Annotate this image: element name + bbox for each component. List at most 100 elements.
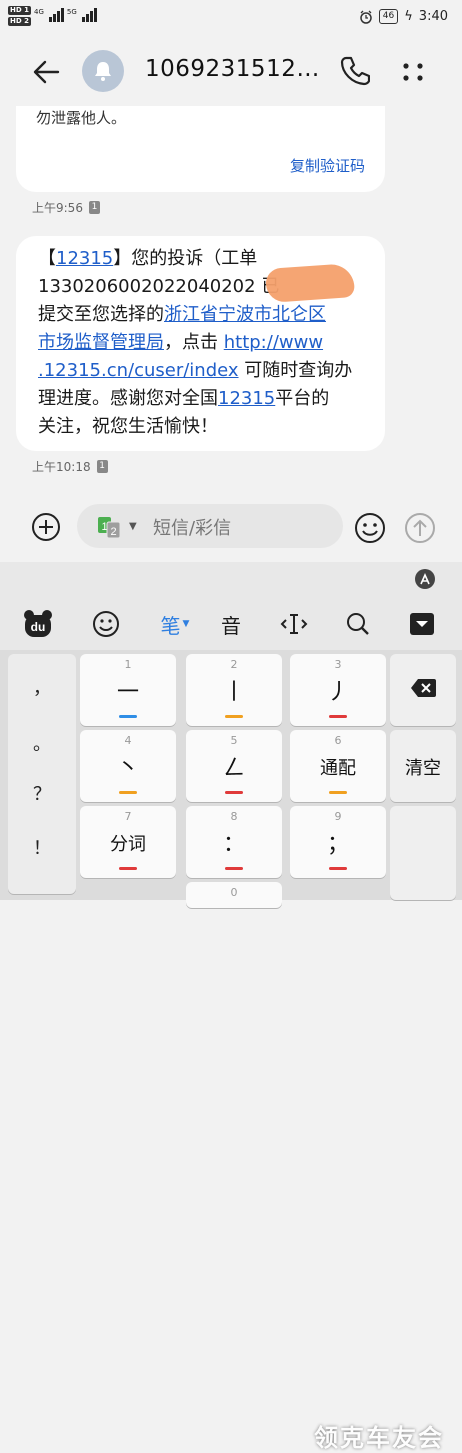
message-bubble[interactable]: 勿泄露他人。 复制验证码 [16,106,385,192]
keyboard: du 笔 ▼ 音 ， 。 ？ ！ 1 一 2 丨 3 丿 4 丶 5 ㄥ 6 通配 7 分词 8： 9； 0 清空 [0,562,462,1452]
message-text-segment: 1330206002022040202 [38,276,256,297]
punctuation-period-key[interactable]: 。 [8,730,76,756]
backspace-icon [411,679,436,697]
search-icon[interactable] [340,608,376,640]
message-link[interactable]: 浙江省宁波市北仑区 [164,304,326,325]
key-char: ； [326,832,349,857]
keyboard-toolbar: du 笔 ▼ 音 [0,562,462,650]
key-number: 2 [230,658,238,671]
key-char: ㄥ [222,756,245,781]
key-number: 5 [230,734,238,747]
signal1-icon [48,6,64,22]
stroke-key-1[interactable]: 1一 [80,654,176,726]
key-char: ： [222,832,245,857]
phone-call-icon[interactable] [338,54,370,88]
stroke-key-7[interactable]: 7 分词 [80,806,176,878]
voice-input-label: 音 [221,613,241,638]
stroke-key-9[interactable]: 9； [290,806,386,878]
key-char: 分词 [110,834,146,855]
enter-key[interactable] [390,806,456,900]
backspace-key[interactable] [390,654,456,726]
emoji-icon[interactable] [354,512,386,544]
message-meta: 上午9:56 1 [32,199,100,216]
key-color-marker [225,867,243,870]
handwriting-mode-label: 笔 [160,613,181,638]
key-number: 1 [124,658,132,671]
chevron-down-icon[interactable]: ▼ [129,521,137,532]
key-color-marker [225,715,243,718]
punctuation-comma-key[interactable]: ， [8,674,76,700]
battery-indicator: 46 [378,9,399,24]
key-char: 通配 [320,758,356,779]
message-link[interactable]: http://www [224,332,323,353]
punctuation-question-key[interactable]: ？ [8,780,76,806]
sim-select-icon[interactable]: 12 [97,516,125,538]
message-line: .12315.cn/cuser/index 可随时查询办 [38,357,367,385]
message-input[interactable]: 12 ▼ 短信/彩信 [77,504,343,548]
message-line: 提交至您选择的浙江省宁波市北仑区 [38,301,367,329]
status-left: HD 1 HD 2 4G 5G [8,6,97,26]
stroke-key-3[interactable]: 3丿 [290,654,386,726]
conversation-title: 1069231512… [145,56,320,82]
more-options-icon[interactable] [398,56,428,88]
stroke-key-4[interactable]: 4丶 [80,730,176,802]
cursor-move-icon[interactable] [276,608,312,640]
bell-icon [95,62,111,81]
charging-icon: ϟ [404,9,413,24]
add-attachment-icon[interactable] [31,512,61,542]
network2-label: 5G [66,8,77,16]
message-link[interactable]: .12315.cn/cuser/index [38,360,239,381]
handwriting-mode-button[interactable]: 笔 ▼ [150,608,200,640]
key-char: 一 [116,680,139,705]
message-time: 上午10:18 [32,460,91,474]
key-color-marker [119,715,137,718]
message-text-segment: 可随时查询办 [238,360,353,381]
message-link[interactable]: 市场监督管理局 [38,332,164,353]
hide-keyboard-icon[interactable] [404,608,440,640]
watermark-text: 领克车友会 [314,1424,444,1452]
back-arrow-icon[interactable] [30,56,62,88]
keyboard-lock-icon[interactable] [414,568,436,590]
sim-tag: 1 [88,201,100,214]
send-icon[interactable] [404,512,436,544]
emoji-toolbar-icon[interactable] [88,608,124,640]
key-color-marker [119,791,137,794]
message-time: 上午9:56 [32,201,83,215]
message-link[interactable]: 12315 [56,248,113,269]
sim-indicators: HD 1 HD 2 [8,6,31,26]
key-number: 4 [124,734,132,747]
key-number: 0 [230,886,238,899]
avatar[interactable] [82,50,124,92]
stroke-key-6[interactable]: 6 通配 [290,730,386,802]
compose-bar: 12 ▼ 短信/彩信 [0,492,462,562]
message-line: 理进度。感谢您对全国12315平台的 [38,385,367,413]
message-link[interactable]: 12315 [218,388,275,409]
stroke-key-0[interactable]: 0 [186,882,282,908]
clear-key[interactable]: 清空 [390,730,456,802]
clear-key-label: 清空 [405,758,441,779]
key-number: 7 [124,810,132,823]
status-right: 46 ϟ 3:40 [359,9,448,24]
message-bubble[interactable]: 【12315】您的投诉（工单1330206002022040202 已提交至您选… [16,236,385,451]
voice-input-button[interactable]: 音 [212,608,250,640]
stroke-key-2[interactable]: 2丨 [186,654,282,726]
key-char: 丿 [326,680,349,705]
message-line: 市场监督管理局，点击 http://www [38,329,367,357]
message-text-segment: 】您的投诉（工单 [113,248,258,269]
copy-code-button[interactable]: 复制验证码 [290,152,365,180]
key-char: 丨 [222,680,245,705]
key-number: 6 [334,734,342,747]
key-number: 9 [334,810,342,823]
stroke-key-5[interactable]: 5ㄥ [186,730,282,802]
sim2-badge: HD 2 [8,17,31,26]
baidu-logo-icon[interactable]: du [20,608,56,640]
punctuation-exclaim-key[interactable]: ！ [8,834,76,860]
message-line: 关注，祝您生活愉快！ [38,413,367,441]
key-color-marker [329,715,347,718]
message-text-segment: 【 [38,248,56,269]
stroke-key-8[interactable]: 8： [186,806,282,878]
key-number: 8 [230,810,238,823]
caret-down-icon: ▼ [182,619,190,629]
key-color-marker [329,791,347,794]
redaction-smudge [264,262,356,304]
